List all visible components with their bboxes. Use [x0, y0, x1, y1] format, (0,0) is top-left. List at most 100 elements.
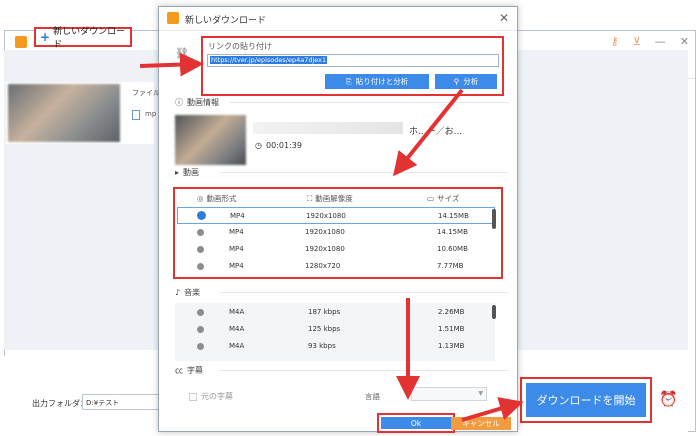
audio-size: 1.13MB [438, 342, 465, 350]
original-subtitle-option[interactable]: 元の字幕 [189, 391, 233, 402]
column-format: ◎ 動画形式 [197, 193, 237, 204]
audio-bitrate: 187 kbps [308, 308, 341, 316]
key-icon[interactable]: ⚷ [611, 35, 619, 48]
cc-icon: ㏄ [175, 366, 183, 375]
audio-row[interactable]: M4A 125 kbps 1.51MB [177, 321, 495, 338]
video-icon: ▸ [175, 168, 180, 177]
format-icon: ◎ [197, 194, 204, 203]
paste-icon: ⎘ [345, 76, 352, 86]
dialog-titlebar: 新しいダウンロード ✕ [159, 7, 517, 31]
link-icon: ⛓ [175, 47, 189, 60]
audio-scrollbar[interactable] [492, 305, 496, 319]
divider [219, 292, 509, 293]
video-title: ホ...ー／お... [409, 127, 463, 137]
language-select[interactable]: ▼ [411, 387, 487, 401]
divider [219, 370, 509, 371]
video-scrollbar[interactable] [492, 209, 496, 229]
video-resolution: 1920x1080 [306, 212, 346, 220]
column-resolution: ⛶ 動画解像度 [307, 193, 353, 204]
plus-icon: + [40, 30, 51, 44]
app-logo-icon [15, 36, 27, 48]
video-row[interactable]: MP4 1920x1080 14.15MB [177, 207, 495, 224]
audio-row[interactable]: M4A 187 kbps 2.26MB [177, 304, 495, 321]
video-thumbnail [175, 115, 246, 165]
dialog-logo-icon [167, 12, 179, 24]
radio[interactable] [197, 229, 204, 236]
video-row[interactable]: MP4 1280x720 7.77MB [177, 258, 495, 275]
info-icon: ⓘ [175, 98, 183, 107]
audio-bitrate: 125 kbps [308, 325, 341, 333]
radio[interactable] [197, 263, 204, 270]
output-folder-input[interactable]: D:¥テスト [82, 394, 162, 410]
radio[interactable] [197, 326, 204, 333]
ok-button[interactable]: Ok [381, 417, 451, 429]
audio-format: M4A [229, 342, 245, 350]
radio[interactable] [197, 246, 204, 253]
video-section-header: ▸ 動画 [175, 167, 199, 178]
resolution-icon: ⛶ [307, 193, 313, 203]
clock-icon: ◷ [255, 141, 262, 150]
video-info-label: 動画情報 [187, 98, 219, 107]
radio[interactable] [197, 343, 204, 350]
divider [219, 172, 509, 173]
audio-format: M4A [229, 325, 245, 333]
file-ext-label: mp [145, 110, 157, 118]
start-download-button[interactable]: ダウンロードを開始 [526, 383, 646, 417]
column-format-label: 動画形式 [206, 194, 237, 203]
url-input[interactable]: https://tver.jp/episodes/ep4a7djex1 [207, 54, 499, 67]
video-section-label: 動画 [183, 168, 200, 177]
video-duration: ◷ 00:01:39 [255, 141, 302, 150]
close-icon[interactable]: ✕ [680, 35, 689, 48]
subtitle-section-header: ㏄ 字幕 [175, 365, 203, 376]
video-title-redacted [253, 122, 403, 134]
audio-bitrate: 93 kbps [308, 342, 336, 350]
start-download-highlight: ダウンロードを開始 [520, 377, 652, 423]
video-size: 14.15MB [438, 212, 469, 220]
paste-link-label: リンクの貼り付け [208, 42, 272, 51]
video-resolution: 1280x720 [305, 262, 341, 270]
minimize-icon[interactable]: — [655, 35, 666, 48]
dialog-title: 新しいダウンロード [185, 16, 267, 26]
video-row[interactable]: MP4 1920x1080 10.60MB [177, 241, 495, 258]
audio-size: 1.51MB [438, 325, 465, 333]
video-format: MP4 [229, 245, 244, 253]
search-icon: ⚲ [453, 77, 460, 86]
radio[interactable] [197, 309, 204, 316]
cancel-button[interactable]: キャンセル [451, 417, 511, 430]
download-item-thumbnail [8, 84, 120, 142]
audio-format: M4A [229, 308, 245, 316]
new-download-dialog: 新しいダウンロード ✕ ⛓ リンクの貼り付け https://tver.jp/e… [158, 6, 518, 433]
size-icon: ▭ [427, 194, 435, 203]
video-info-header: ⓘ 動画情報 [175, 97, 219, 108]
video-row[interactable]: MP4 1920x1080 14.15MB [177, 224, 495, 241]
alarm-clock-icon[interactable]: ⏰ [659, 390, 678, 408]
audio-row[interactable]: M4A 93 kbps 1.13MB [177, 338, 495, 355]
video-resolution: 1920x1080 [305, 245, 345, 253]
duration-value: 00:01:39 [265, 141, 302, 150]
audio-size: 2.26MB [438, 308, 465, 316]
language-label: 言語 [365, 392, 380, 401]
video-size: 7.77MB [437, 262, 464, 270]
video-resolution: 1920x1080 [305, 228, 345, 236]
ok-button-highlight: Ok [377, 413, 455, 433]
chevron-down-icon: ▼ [478, 390, 483, 397]
video-format: MP4 [229, 228, 244, 236]
paste-and-analyze-button[interactable]: ⎘ 貼り付けと分析 [325, 74, 429, 89]
url-value: https://tver.jp/episodes/ep4a7djex1 [210, 56, 328, 64]
new-download-label: 新しいダウンロード [53, 27, 126, 50]
selected-radio[interactable] [197, 211, 206, 220]
audio-section-header: ♪ 音楽 [175, 287, 200, 298]
paste-and-analyze-label: 貼り付けと分析 [355, 77, 409, 86]
original-subtitle-label: 元の字幕 [201, 392, 233, 401]
output-folder-label: 出力フォルダ： [32, 399, 88, 408]
dialog-close-icon[interactable]: ✕ [499, 11, 509, 25]
video-format: MP4 [229, 262, 244, 270]
column-resolution-label: 動画解像度 [315, 194, 353, 203]
original-subtitle-checkbox[interactable] [189, 392, 197, 401]
new-download-button[interactable]: + 新しいダウンロード [34, 27, 132, 50]
video-size: 14.15MB [437, 228, 468, 236]
column-size-label: サイズ [437, 194, 460, 203]
audio-section-label: 音楽 [184, 288, 201, 297]
analyze-button[interactable]: ⚲ 分析 [435, 74, 497, 89]
cart-icon[interactable]: ⊻ [633, 35, 641, 48]
